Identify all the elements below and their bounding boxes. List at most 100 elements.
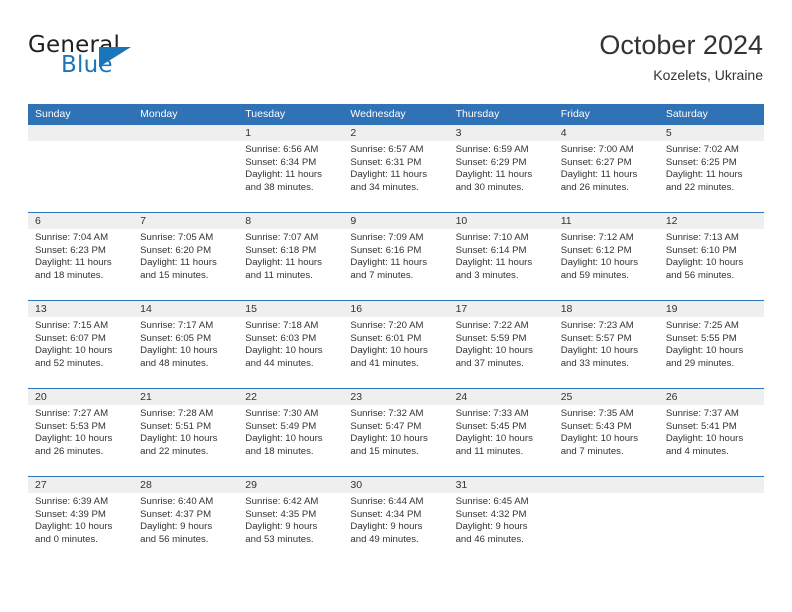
calendar-day-cell[interactable]: 27 Sunrise: 6:39 AM Sunset: 4:39 PM Dayl…	[28, 477, 134, 564]
sunrise-text: Sunrise: 7:25 AM	[665, 320, 739, 331]
calendar-day-cell[interactable]: 16 Sunrise: 7:20 AM Sunset: 6:01 PM Dayl…	[343, 301, 449, 388]
sunset-text: Sunset: 6:10 PM	[665, 244, 737, 256]
sunset-text: Sunset: 6:07 PM	[35, 332, 106, 344]
calendar-day-cell[interactable]: 18 Sunrise: 7:23 AM Sunset: 5:57 PM Dayl…	[553, 301, 659, 388]
calendar-day-cell[interactable]: 17 Sunrise: 7:22 AM Sunset: 5:59 PM Dayl…	[448, 301, 554, 388]
page-header: General Blue October 2024 Kozelets, Ukra…	[28, 28, 763, 94]
day-number: 14	[133, 301, 239, 317]
calendar-day-cell[interactable]: 31 Sunrise: 6:45 AM Sunset: 4:32 PM Dayl…	[448, 477, 554, 564]
calendar-day-cell[interactable]: 15 Sunrise: 7:18 AM Sunset: 6:03 PM Dayl…	[238, 301, 344, 388]
calendar-day-cell[interactable]: 3 Sunrise: 6:59 AM Sunset: 6:29 PM Dayli…	[448, 125, 554, 212]
sunrise-text: Sunrise: 7:20 AM	[350, 320, 424, 331]
weekday-header-friday: Friday	[560, 108, 590, 120]
day-details	[133, 141, 238, 144]
daylight-text-line2: and 11 minutes.	[245, 269, 313, 281]
generalblue-logo[interactable]: General Blue	[28, 32, 248, 90]
day-details: Sunrise: 6:56 AM Sunset: 6:34 PM Dayligh…	[238, 141, 343, 194]
sunset-text: Sunset: 6:34 PM	[245, 156, 317, 168]
sunset-text: Sunset: 4:37 PM	[140, 508, 212, 520]
calendar-grid: Sunday Monday Tuesday Wednesday Thursday…	[28, 104, 764, 564]
calendar-day-cell[interactable]: 4 Sunrise: 7:00 AM Sunset: 6:27 PM Dayli…	[553, 125, 659, 212]
sunrise-text: Sunrise: 6:45 AM	[455, 496, 529, 507]
daylight-text-line2: and 37 minutes.	[455, 357, 524, 369]
daylight-text-line2: and 18 minutes.	[245, 445, 314, 457]
daylight-text-line1: Daylight: 11 hours	[350, 257, 428, 269]
sunrise-text: Sunrise: 7:33 AM	[455, 408, 529, 419]
calendar-day-cell[interactable]: 29 Sunrise: 6:42 AM Sunset: 4:35 PM Dayl…	[238, 477, 344, 564]
daylight-text-line2: and 38 minutes.	[245, 181, 314, 193]
page-subtitle: Kozelets, Ukraine	[653, 67, 763, 83]
calendar-day-cell[interactable]: 30 Sunrise: 6:44 AM Sunset: 4:34 PM Dayl…	[343, 477, 449, 564]
day-details: Sunrise: 7:04 AM Sunset: 6:23 PM Dayligh…	[28, 229, 133, 282]
daylight-text-line1: Daylight: 11 hours	[245, 257, 322, 269]
daylight-text-line1: Daylight: 10 hours	[350, 433, 428, 445]
weekday-header-wednesday: Wednesday	[350, 108, 406, 120]
daylight-text-line1: Daylight: 10 hours	[245, 433, 323, 445]
calendar-day-cell[interactable]: 1 Sunrise: 6:56 AM Sunset: 6:34 PM Dayli…	[238, 125, 344, 212]
calendar-day-cell[interactable]: 23 Sunrise: 7:32 AM Sunset: 5:47 PM Dayl…	[343, 389, 449, 476]
day-details: Sunrise: 7:28 AM Sunset: 5:51 PM Dayligh…	[133, 405, 238, 458]
calendar-day-cell[interactable]: 21 Sunrise: 7:28 AM Sunset: 5:51 PM Dayl…	[133, 389, 239, 476]
calendar-day-cell[interactable]: 11 Sunrise: 7:12 AM Sunset: 6:12 PM Dayl…	[553, 213, 659, 300]
calendar-day-cell[interactable]: 2 Sunrise: 6:57 AM Sunset: 6:31 PM Dayli…	[343, 125, 449, 212]
calendar-day-cell[interactable]: 14 Sunrise: 7:17 AM Sunset: 6:05 PM Dayl…	[133, 301, 239, 388]
day-number: 6	[28, 213, 134, 229]
day-number: 2	[343, 125, 449, 141]
calendar-day-cell[interactable]: 19 Sunrise: 7:25 AM Sunset: 5:55 PM Dayl…	[658, 301, 764, 388]
calendar-day-cell[interactable]: 8 Sunrise: 7:07 AM Sunset: 6:18 PM Dayli…	[238, 213, 344, 300]
day-details: Sunrise: 7:20 AM Sunset: 6:01 PM Dayligh…	[343, 317, 448, 370]
sunset-text: Sunset: 6:03 PM	[245, 332, 317, 344]
day-details: Sunrise: 7:22 AM Sunset: 5:59 PM Dayligh…	[449, 317, 554, 370]
daylight-text-line1: Daylight: 11 hours	[665, 169, 743, 181]
weekday-header-sunday: Sunday	[35, 108, 71, 120]
calendar-day-cell[interactable]: 7 Sunrise: 7:05 AM Sunset: 6:20 PM Dayli…	[133, 213, 239, 300]
daylight-text-line1: Daylight: 11 hours	[245, 169, 322, 181]
calendar-day-cell[interactable]: 6 Sunrise: 7:04 AM Sunset: 6:23 PM Dayli…	[28, 213, 134, 300]
calendar-day-cell[interactable]: 22 Sunrise: 7:30 AM Sunset: 5:49 PM Dayl…	[238, 389, 344, 476]
sunrise-text: Sunrise: 7:32 AM	[350, 408, 424, 419]
daylight-text-line1: Daylight: 11 hours	[455, 257, 533, 269]
day-details: Sunrise: 7:02 AM Sunset: 6:25 PM Dayligh…	[659, 141, 764, 194]
day-details: Sunrise: 7:10 AM Sunset: 6:14 PM Dayligh…	[449, 229, 554, 282]
calendar-day-cell[interactable]: 25 Sunrise: 7:35 AM Sunset: 5:43 PM Dayl…	[553, 389, 659, 476]
day-number: 5	[658, 125, 764, 141]
calendar-day-cell[interactable]: 20 Sunrise: 7:27 AM Sunset: 5:53 PM Dayl…	[28, 389, 134, 476]
calendar-day-cell[interactable]: 13 Sunrise: 7:15 AM Sunset: 6:07 PM Dayl…	[28, 301, 134, 388]
day-number: 20	[28, 389, 134, 405]
daylight-text-line1: Daylight: 9 hours	[140, 521, 213, 533]
daylight-text-line2: and 49 minutes.	[350, 533, 419, 545]
day-details: Sunrise: 6:45 AM Sunset: 4:32 PM Dayligh…	[449, 493, 554, 546]
daylight-text-line1: Daylight: 10 hours	[35, 345, 113, 357]
sunset-text: Sunset: 6:01 PM	[350, 332, 422, 344]
calendar-day-cell[interactable]: 24 Sunrise: 7:33 AM Sunset: 5:45 PM Dayl…	[448, 389, 554, 476]
calendar-day-cell[interactable]: 9 Sunrise: 7:09 AM Sunset: 6:16 PM Dayli…	[343, 213, 449, 300]
day-number: 16	[343, 301, 449, 317]
calendar-day-cell[interactable]: 5 Sunrise: 7:02 AM Sunset: 6:25 PM Dayli…	[658, 125, 764, 212]
calendar-day-cell	[658, 477, 764, 564]
weekday-header-thursday: Thursday	[455, 108, 500, 120]
sunrise-text: Sunrise: 7:15 AM	[35, 320, 109, 331]
daylight-text-line2: and 15 minutes.	[140, 269, 209, 281]
daylight-text-line1: Daylight: 10 hours	[35, 433, 113, 445]
day-details: Sunrise: 7:07 AM Sunset: 6:18 PM Dayligh…	[238, 229, 343, 282]
day-number: 23	[343, 389, 449, 405]
day-number: 15	[238, 301, 344, 317]
sunrise-text: Sunrise: 7:28 AM	[140, 408, 214, 419]
calendar-day-cell[interactable]: 28 Sunrise: 6:40 AM Sunset: 4:37 PM Dayl…	[133, 477, 239, 564]
sunrise-text: Sunrise: 7:05 AM	[140, 232, 214, 243]
sunrise-text: Sunrise: 6:57 AM	[350, 144, 424, 155]
day-number: 30	[343, 477, 449, 493]
day-number: 24	[448, 389, 554, 405]
day-number: 27	[28, 477, 134, 493]
day-number	[133, 125, 239, 141]
daylight-text-line2: and 33 minutes.	[560, 357, 629, 369]
calendar-day-cell[interactable]: 12 Sunrise: 7:13 AM Sunset: 6:10 PM Dayl…	[658, 213, 764, 300]
daylight-text-line2: and 59 minutes.	[560, 269, 629, 281]
day-number: 10	[448, 213, 554, 229]
daylight-text-line1: Daylight: 10 hours	[665, 345, 744, 357]
day-details: Sunrise: 6:59 AM Sunset: 6:29 PM Dayligh…	[449, 141, 554, 194]
daylight-text-line1: Daylight: 11 hours	[350, 169, 428, 181]
day-details: Sunrise: 7:09 AM Sunset: 6:16 PM Dayligh…	[343, 229, 448, 282]
calendar-day-cell[interactable]: 26 Sunrise: 7:37 AM Sunset: 5:41 PM Dayl…	[658, 389, 764, 476]
calendar-day-cell[interactable]: 10 Sunrise: 7:10 AM Sunset: 6:14 PM Dayl…	[448, 213, 554, 300]
